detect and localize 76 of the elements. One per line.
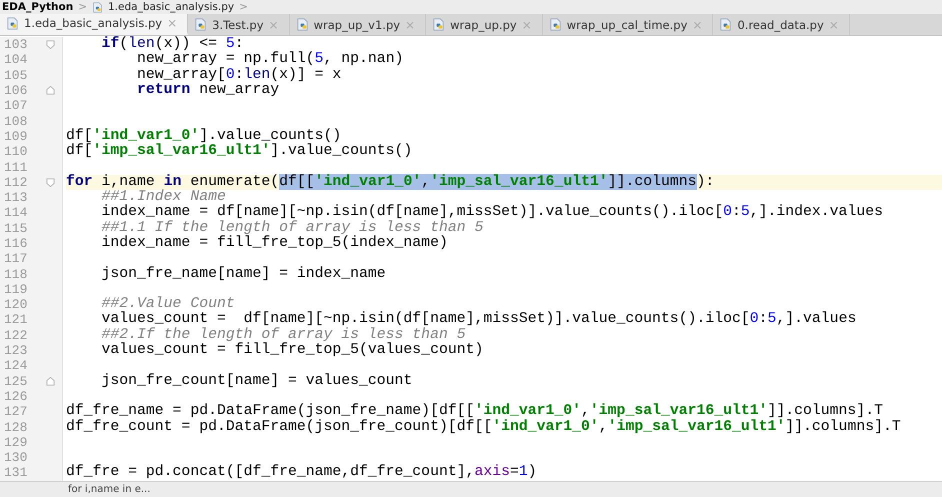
line-number: 115 bbox=[3, 220, 28, 236]
editor-tab[interactable]: 3.Test.py × bbox=[188, 14, 290, 35]
line-number: 110 bbox=[3, 144, 28, 160]
project-name[interactable]: EDA_Python bbox=[2, 0, 74, 14]
line-number: 120 bbox=[3, 297, 28, 312]
line-number: 127 bbox=[3, 404, 28, 420]
line-number: 107 bbox=[3, 98, 28, 114]
code-line: new_array = np.full(5, np.nan) bbox=[136, 52, 404, 68]
tab-label: wrap_up_v1.py bbox=[314, 18, 400, 32]
python-file-icon bbox=[6, 16, 19, 30]
file-name[interactable]: 1.eda_basic_analysis.py bbox=[108, 0, 234, 14]
python-file-icon bbox=[194, 18, 208, 31]
line-number: 128 bbox=[3, 420, 28, 435]
code-line: df['imp_sal_var16_ult1'].value_counts() bbox=[66, 144, 412, 160]
line-number: 123 bbox=[3, 343, 28, 358]
code-line: new_array[0:len(x)] = x bbox=[136, 68, 342, 83]
fold-icon[interactable] bbox=[46, 40, 54, 50]
line-number: 105 bbox=[3, 68, 28, 83]
tab-label: wrap_up.py bbox=[450, 18, 517, 32]
line-number: 131 bbox=[3, 465, 28, 480]
code-line: values_count = df[name][~np.isin(df[name],missSet)].value_counts().iloc[0:5,].values bbox=[100, 312, 856, 328]
line-number: 109 bbox=[3, 128, 28, 144]
line-number: 130 bbox=[3, 450, 28, 466]
code-line: ##1.Index Name bbox=[100, 190, 226, 206]
line-number: 124 bbox=[3, 358, 28, 374]
code-line: ##2.If the length of array is less than 5 bbox=[100, 328, 466, 343]
code-line: ##2.Value Count bbox=[100, 297, 235, 312]
python-file-icon bbox=[296, 18, 309, 31]
code-line: json_fre_name[name] = index_name bbox=[100, 266, 386, 282]
editor-tab[interactable]: 1.eda_basic_analysis.py × bbox=[0, 14, 188, 35]
line-number: 104 bbox=[3, 52, 28, 68]
line-number: 114 bbox=[3, 205, 28, 220]
code-line: df['ind_var1_0'].value_counts() bbox=[66, 128, 342, 144]
line-number: 111 bbox=[3, 160, 28, 175]
python-file-icon bbox=[432, 18, 446, 31]
line-number: 112 bbox=[3, 174, 28, 190]
breadcrumb-separator: > bbox=[78, 0, 87, 14]
breadcrumb-separator: > bbox=[239, 0, 248, 14]
python-file-icon bbox=[719, 18, 732, 31]
code-line: return new_array bbox=[136, 83, 280, 98]
python-file-icon bbox=[548, 18, 562, 31]
line-number: 116 bbox=[3, 236, 28, 251]
line-number: 119 bbox=[3, 282, 28, 297]
editor-tab[interactable]: wrap_up_cal_time.py × bbox=[542, 14, 714, 35]
editor-tab[interactable]: wrap_up.py × bbox=[426, 14, 543, 35]
tab-label: wrap_up_cal_time.py bbox=[566, 18, 688, 32]
code-line: index_name = fill_fre_top_5(index_name) bbox=[100, 236, 448, 251]
code-line: for i,name in enumerate(df[['ind_var1_0','imp_sal_var16_ult1']].columns): bbox=[66, 174, 714, 190]
line-number: 122 bbox=[3, 328, 28, 343]
fold-end-icon[interactable] bbox=[46, 86, 54, 96]
code-line: values_count = fill_fre_top_5(values_count) bbox=[100, 343, 484, 358]
line-number: 103 bbox=[3, 37, 28, 52]
tab-label: 1.eda_basic_analysis.py bbox=[24, 16, 162, 30]
line-number: 113 bbox=[3, 190, 28, 206]
editor-tab[interactable]: 0.read_data.py × bbox=[713, 14, 850, 35]
fold-end-icon[interactable] bbox=[46, 376, 54, 386]
tab-label: 0.read_data.py bbox=[737, 18, 824, 32]
line-number: 129 bbox=[3, 434, 28, 450]
code-line: json_fre_count[name] = values_count bbox=[100, 374, 412, 389]
line-number: 121 bbox=[3, 312, 28, 328]
line-number: 126 bbox=[3, 388, 28, 404]
code-line: df_fre = pd.concat([df_fre_name,df_fre_count],axis=1) bbox=[66, 465, 537, 480]
tab-label: 3.Test.py bbox=[212, 18, 264, 32]
line-number: 118 bbox=[3, 266, 28, 282]
breadcrumb-hint: for i,name in e... bbox=[68, 484, 150, 495]
fold-icon[interactable] bbox=[46, 178, 54, 187]
line-number: 108 bbox=[3, 114, 28, 129]
line-number: 125 bbox=[3, 374, 28, 389]
code-line: ##1.1 If the length of array is less than 5 bbox=[100, 220, 484, 236]
code-line: if(len(x)) <= 5: bbox=[100, 37, 244, 52]
code-line: df_fre_name = pd.DataFrame(json_fre_name)[df[['ind_var1_0','imp_sal_var16_ult1']].columns].T bbox=[66, 404, 883, 420]
line-number: 106 bbox=[3, 83, 28, 98]
editor-tab[interactable]: wrap_up_v1.py × bbox=[290, 14, 426, 35]
code-line: index_name = df[name][~np.isin(df[name],missSet)].value_counts().iloc[0:5,].index.values bbox=[100, 205, 883, 220]
line-number: 117 bbox=[3, 251, 28, 266]
code-line: df_fre_count = pd.DataFrame(json_fre_count)[df[['ind_var1_0','imp_sal_var16_ult1']].columns].T bbox=[66, 420, 901, 435]
